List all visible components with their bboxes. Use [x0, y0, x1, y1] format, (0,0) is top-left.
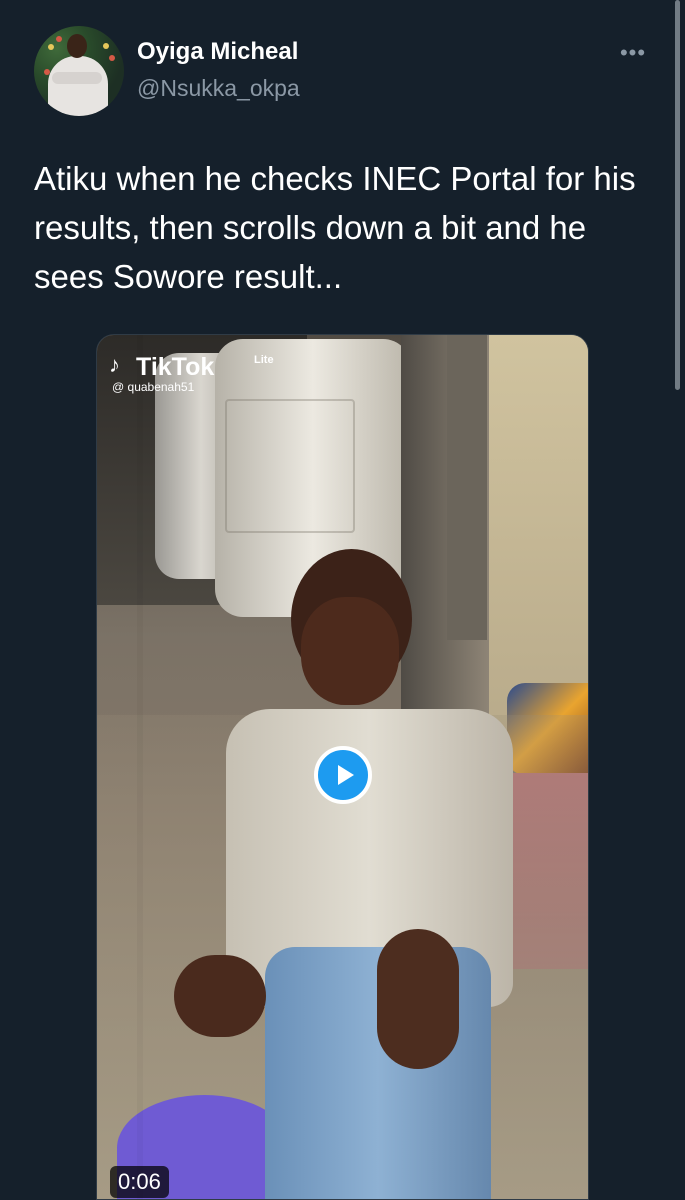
ellipsis-icon[interactable]: •••	[618, 38, 648, 68]
tweet: Oyiga Micheal @Nsukka_okpa ••• Atiku whe…	[0, 0, 685, 1200]
play-icon	[338, 765, 354, 785]
play-button[interactable]	[314, 746, 372, 804]
author-display-name[interactable]: Oyiga Micheal	[137, 38, 298, 66]
tiktok-brand: TikTok	[136, 353, 215, 381]
tiktok-lite-label: Lite	[254, 354, 274, 366]
video-player[interactable]: ♪ TikTok Lite @ quabenah51 0:06	[96, 334, 589, 1200]
video-duration: 0:06	[110, 1166, 169, 1198]
author-handle[interactable]: @Nsukka_okpa	[137, 75, 300, 102]
scrollbar[interactable]	[675, 0, 680, 390]
tiktok-creator: @ quabenah51	[112, 380, 195, 394]
tweet-text: Atiku when he checks INEC Portal for his…	[34, 160, 636, 295]
tiktok-icon: ♪	[109, 352, 120, 377]
avatar[interactable]	[34, 26, 124, 116]
tiktok-watermark: ♪ TikTok Lite @ quabenah51	[109, 352, 279, 395]
